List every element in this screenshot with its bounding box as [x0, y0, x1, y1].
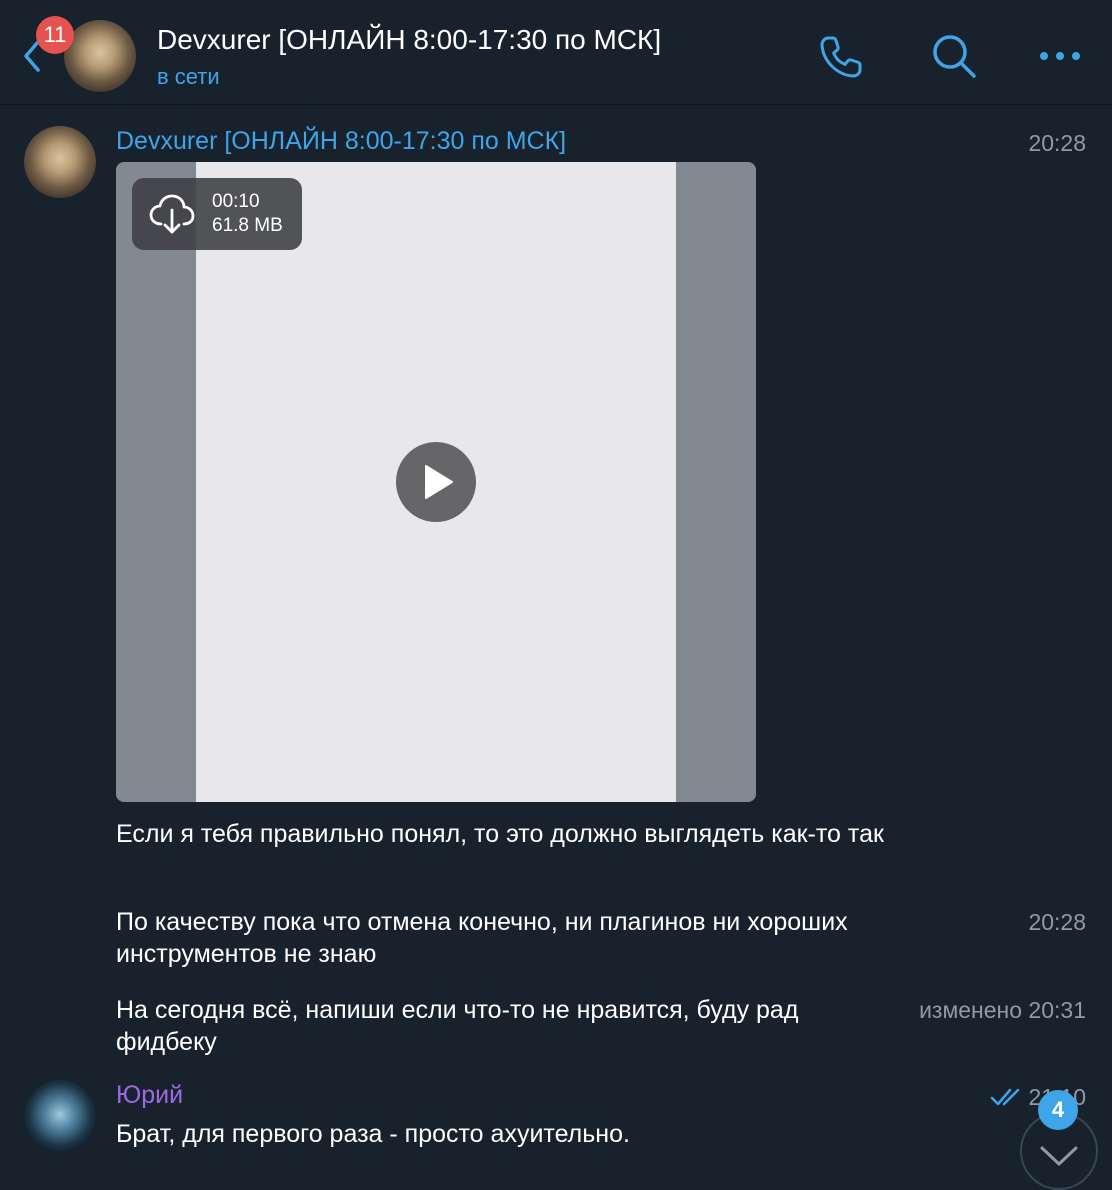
chat-avatar[interactable]: [64, 20, 136, 92]
play-button[interactable]: [396, 442, 476, 522]
chat-title[interactable]: Devxurer [ОНЛАЙН 8:00-17:30 по МСК]: [157, 24, 661, 56]
sender-avatar[interactable]: [24, 1080, 96, 1152]
video-size: 61.8 MB: [212, 215, 283, 236]
download-chip[interactable]: 00:10 61.8 MB: [132, 178, 302, 250]
message-text: По качеству пока что отмена конечно, ни …: [116, 908, 848, 968]
more-icon[interactable]: [1038, 42, 1082, 70]
sender-avatar[interactable]: [24, 126, 96, 198]
message-text: Брат, для первого раза - просто ахуитель…: [116, 1120, 630, 1148]
unread-badge: 11: [36, 16, 74, 54]
chat-status: в сети: [157, 64, 220, 89]
message-time-edited: изменено 20:31: [919, 997, 1086, 1023]
scroll-unread-badge: 4: [1038, 1090, 1078, 1130]
message-text: На сегодня всё, напиши если что-то не нр…: [116, 996, 799, 1056]
message-time: 20:28: [1028, 130, 1086, 156]
message-text: Если я тебя правильно понял, то это долж…: [116, 820, 884, 848]
video-duration: 00:10: [212, 191, 260, 212]
search-icon[interactable]: [930, 32, 978, 80]
video-attachment[interactable]: 00:10 61.8 MB: [116, 162, 756, 802]
message-sender[interactable]: Devxurer [ОНЛАЙН 8:00-17:30 по МСК]: [116, 127, 566, 156]
chat-header: 11 Devxurer [ОНЛАЙН 8:00-17:30 по МСК] в…: [0, 0, 1112, 105]
call-icon[interactable]: [816, 32, 866, 82]
message-time: 20:28: [1028, 909, 1086, 935]
play-icon: [425, 465, 453, 499]
cloud-download-icon: [149, 194, 195, 234]
message-sender[interactable]: Юрий: [116, 1081, 183, 1110]
double-check-icon: [990, 1088, 1020, 1106]
